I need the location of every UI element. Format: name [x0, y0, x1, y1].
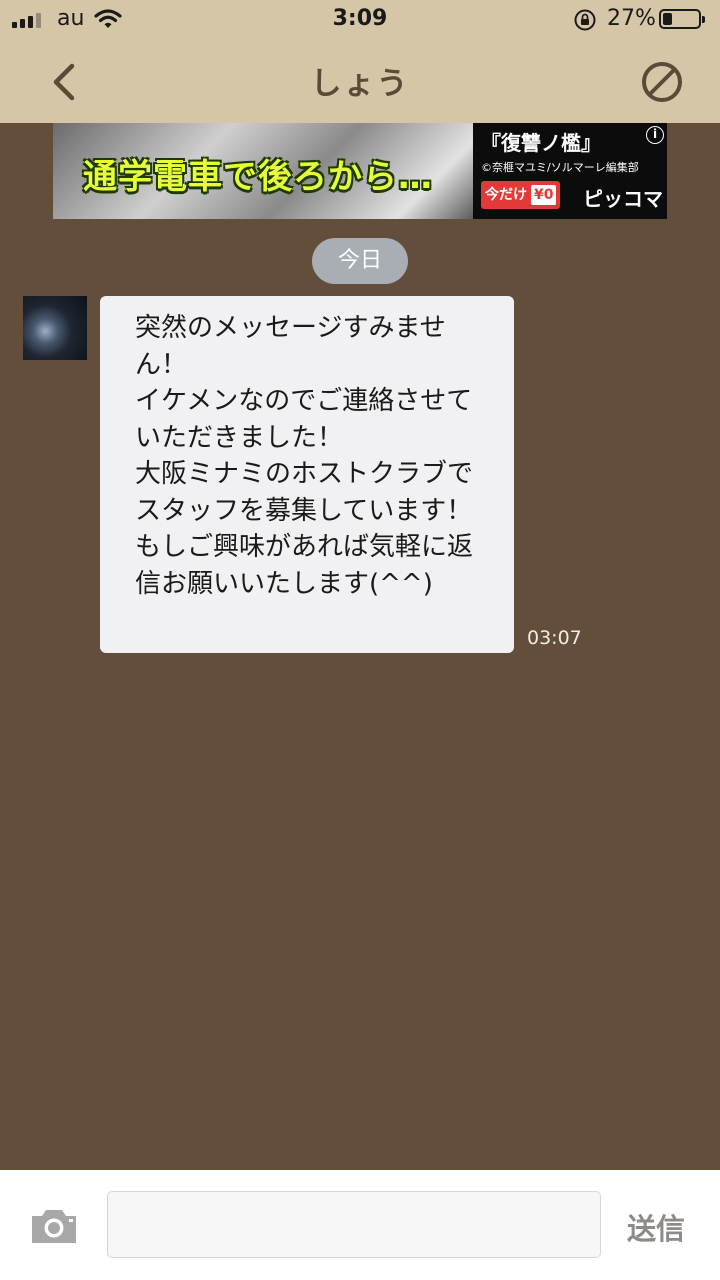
message-timestamp: 03:07	[527, 627, 582, 649]
message-input[interactable]	[107, 1191, 601, 1258]
date-separator: 今日	[312, 238, 408, 284]
ad-price-value: ¥0	[531, 185, 557, 205]
ad-banner[interactable]: 通学電車で後ろから… 『復讐ノ檻』 ©奈榧マユミ/ソルマーレ編集部 今だけ ¥0 …	[53, 123, 667, 219]
info-icon[interactable]: i	[646, 126, 664, 144]
battery-icon	[659, 9, 705, 29]
camera-icon[interactable]	[28, 1206, 80, 1246]
ad-price-label: 今だけ	[485, 187, 527, 203]
ad-credit: ©奈榧マユミ/ソルマーレ編集部	[481, 161, 639, 174]
message-composer: 送信	[0, 1170, 720, 1280]
ad-brand-text: ピッコマ	[583, 187, 663, 211]
page-title: しょう	[310, 66, 410, 102]
rotation-lock-icon	[574, 9, 596, 31]
avatar[interactable]	[23, 296, 87, 360]
ad-title: 『復讐ノ檻』	[481, 131, 601, 155]
nav-bar: しょう	[0, 40, 720, 123]
message-text: 突然のメッセージすみません！ イケメンなのでご連絡させていただきました！ 大阪ミ…	[135, 313, 474, 599]
ad-brand-logo: ピッコマ	[583, 183, 663, 212]
block-icon[interactable]	[636, 56, 688, 108]
battery-percent: 27%	[607, 6, 656, 31]
status-bar: au 3:09 27%	[0, 0, 720, 40]
ad-headline: 通学電車で後ろから…	[83, 157, 433, 197]
ad-price-badge: 今だけ ¥0	[481, 181, 561, 209]
send-button[interactable]: 送信	[627, 1206, 685, 1248]
ad-info-panel: 『復讐ノ檻』 ©奈榧マユミ/ソルマーレ編集部 今だけ ¥0 ピッコマ	[473, 123, 667, 219]
message-bubble: 突然のメッセージすみません！ イケメンなのでご連絡させていただきました！ 大阪ミ…	[100, 296, 514, 653]
